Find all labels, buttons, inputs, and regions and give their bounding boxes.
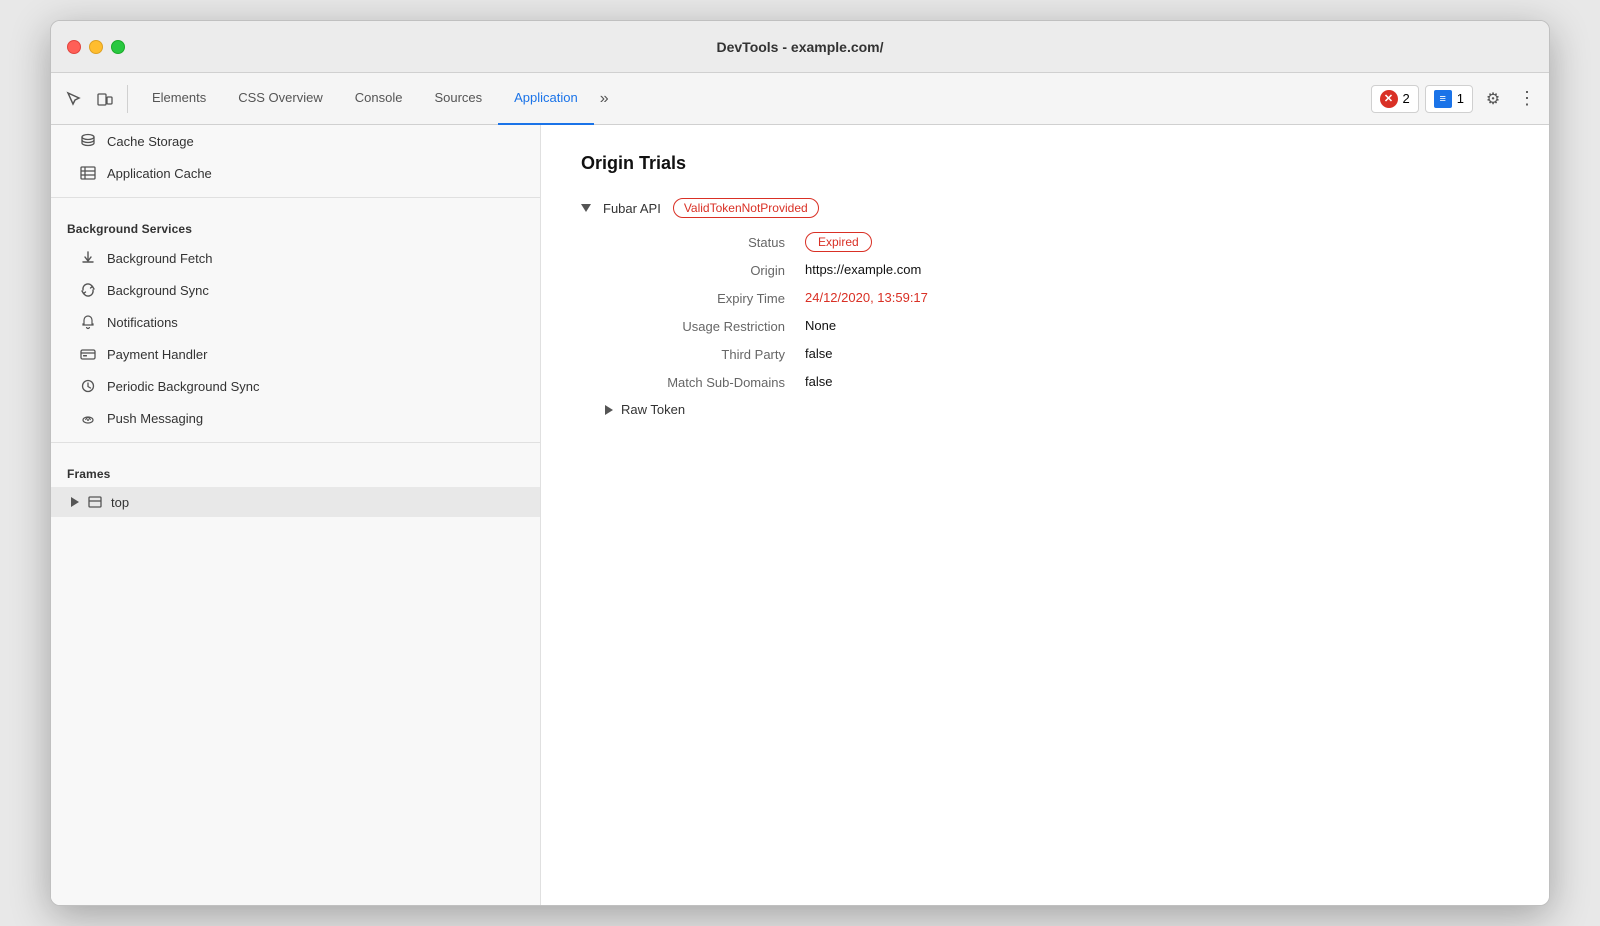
background-sync-icon: [79, 281, 97, 299]
sidebar-item-top-frame[interactable]: top: [51, 487, 540, 517]
usage-row: Usage Restriction None: [581, 318, 1509, 334]
main-content: Cache Storage Application Cache Backgrou…: [51, 125, 1549, 905]
tab-sources[interactable]: Sources: [418, 73, 498, 125]
background-fetch-icon: [79, 249, 97, 267]
application-cache-icon: [79, 164, 97, 182]
warning-icon: ≡: [1434, 90, 1452, 108]
expiry-label: Expiry Time: [605, 290, 805, 306]
usage-value: None: [805, 318, 836, 333]
error-icon: ✕: [1380, 90, 1398, 108]
sidebar-item-background-fetch[interactable]: Background Fetch: [51, 242, 540, 274]
page-title: Origin Trials: [581, 153, 1509, 174]
window-title: DevTools - example.com/: [716, 39, 883, 55]
third-party-label: Third Party: [605, 346, 805, 362]
settings-button[interactable]: ⚙: [1479, 85, 1507, 113]
match-subdomains-row: Match Sub-Domains false: [581, 374, 1509, 390]
origin-label: Origin: [605, 262, 805, 278]
sidebar-item-background-sync[interactable]: Background Sync: [51, 274, 540, 306]
api-name: Fubar API: [603, 201, 661, 216]
traffic-lights: [67, 40, 125, 54]
cache-storage-icon: [79, 132, 97, 150]
status-row: Status Expired: [581, 234, 1509, 250]
raw-token-row[interactable]: Raw Token: [581, 402, 1509, 417]
origin-value: https://example.com: [805, 262, 921, 277]
expiry-value: 24/12/2020, 13:59:17: [805, 290, 928, 305]
expand-icon: [71, 497, 79, 507]
third-party-value: false: [805, 346, 832, 361]
status-label: Status: [605, 234, 805, 250]
status-badge: Expired: [805, 232, 872, 252]
status-value: Expired: [805, 234, 872, 249]
push-messaging-icon: [79, 409, 97, 427]
error-badge-button[interactable]: ✕ 2: [1371, 85, 1419, 113]
tab-application[interactable]: Application: [498, 73, 594, 125]
notifications-icon: [79, 313, 97, 331]
sidebar-divider-1: [51, 197, 540, 198]
sidebar: Cache Storage Application Cache Backgrou…: [51, 125, 541, 905]
warning-badge-button[interactable]: ≡ 1: [1425, 85, 1473, 113]
expiry-row: Expiry Time 24/12/2020, 13:59:17: [581, 290, 1509, 306]
sidebar-section-frames: Frames: [51, 451, 540, 487]
device-mode-icon[interactable]: [91, 85, 119, 113]
sidebar-divider-2: [51, 442, 540, 443]
tabbar-right-controls: ✕ 2 ≡ 1 ⚙ ⋮: [1371, 85, 1541, 113]
sidebar-item-payment-handler[interactable]: Payment Handler: [51, 338, 540, 370]
main-panel: Origin Trials Fubar API ValidTokenNotPro…: [541, 125, 1549, 905]
periodic-background-sync-icon: [79, 377, 97, 395]
tab-css-overview[interactable]: CSS Overview: [222, 73, 339, 125]
minimize-button[interactable]: [89, 40, 103, 54]
devtools-window: DevTools - example.com/ Elements CSS Ove…: [50, 20, 1550, 906]
token-badge: ValidTokenNotProvided: [673, 198, 819, 218]
match-subdomains-label: Match Sub-Domains: [605, 374, 805, 390]
sidebar-item-notifications[interactable]: Notifications: [51, 306, 540, 338]
more-options-button[interactable]: ⋮: [1513, 85, 1541, 113]
titlebar: DevTools - example.com/: [51, 21, 1549, 73]
more-tabs-button[interactable]: »: [594, 90, 615, 108]
api-section: Fubar API ValidTokenNotProvided Status E…: [581, 198, 1509, 417]
sidebar-item-application-cache[interactable]: Application Cache: [51, 157, 540, 189]
frame-icon: [87, 494, 103, 510]
devtools-icons: [59, 85, 128, 113]
usage-label: Usage Restriction: [605, 318, 805, 334]
expand-raw-token-icon: [605, 405, 613, 415]
close-button[interactable]: [67, 40, 81, 54]
collapse-api-icon[interactable]: [581, 204, 591, 212]
payment-handler-icon: [79, 345, 97, 363]
sidebar-item-push-messaging[interactable]: Push Messaging: [51, 402, 540, 434]
match-subdomains-value: false: [805, 374, 832, 389]
tab-console[interactable]: Console: [339, 73, 419, 125]
sidebar-item-periodic-background-sync[interactable]: Periodic Background Sync: [51, 370, 540, 402]
tabbar: Elements CSS Overview Console Sources Ap…: [51, 73, 1549, 125]
maximize-button[interactable]: [111, 40, 125, 54]
sidebar-item-cache-storage[interactable]: Cache Storage: [51, 125, 540, 157]
origin-row: Origin https://example.com: [581, 262, 1509, 278]
third-party-row: Third Party false: [581, 346, 1509, 362]
sidebar-section-background-services: Background Services: [51, 206, 540, 242]
inspect-icon[interactable]: [59, 85, 87, 113]
tab-elements[interactable]: Elements: [136, 73, 222, 125]
raw-token-label: Raw Token: [621, 402, 685, 417]
api-header-row: Fubar API ValidTokenNotProvided: [581, 198, 1509, 218]
